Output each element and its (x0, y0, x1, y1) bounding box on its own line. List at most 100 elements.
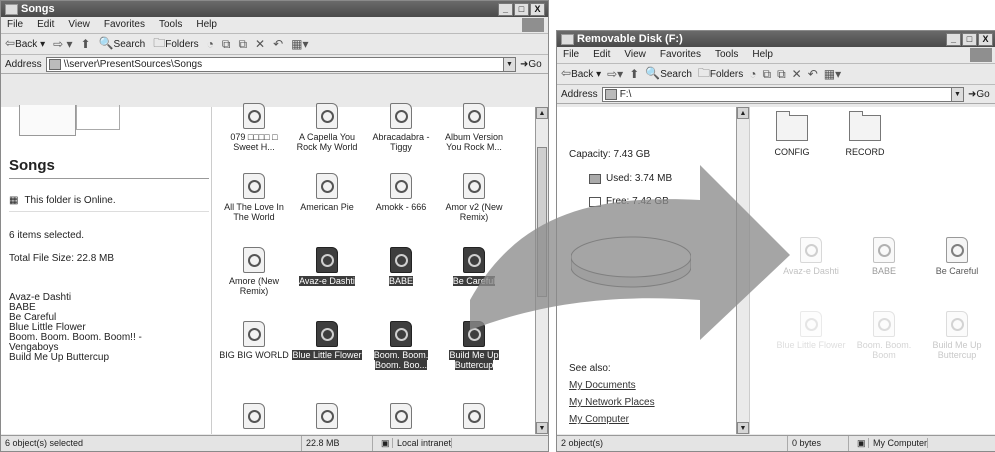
file-item-selected[interactable]: Avaz-e Dashti (291, 247, 363, 286)
file-label: Blue Little Flower (776, 340, 846, 350)
menu-file[interactable]: File (563, 47, 579, 63)
file-item-selected[interactable]: BABE (365, 247, 437, 286)
address-field[interactable]: F:\ ▼ (601, 86, 964, 102)
address-dropdown-button[interactable]: ▼ (503, 57, 515, 71)
up-folder-icon[interactable]: ⬆ (81, 34, 91, 54)
file-item[interactable]: Amor v2 (New Remix) (438, 173, 510, 222)
file-item[interactable]: American Pie (291, 173, 363, 212)
file-item-selected[interactable]: Be Careful (438, 247, 510, 286)
file-item[interactable]: All The Love In The World (218, 173, 290, 222)
status-zone-label: My Computer (869, 438, 929, 448)
go-button[interactable]: ➜Go (968, 89, 995, 100)
scroll-down-button[interactable]: ▼ (536, 422, 548, 434)
search-button[interactable]: 🔍Search (99, 33, 146, 55)
menu-edit[interactable]: Edit (593, 47, 610, 63)
forward-button[interactable]: ⇨ ▾ (53, 34, 72, 54)
go-button[interactable]: ➜Go (520, 59, 548, 70)
task-pane-scrollbar[interactable]: ▲ ▼ (736, 107, 749, 434)
address-dropdown-button[interactable]: ▼ (951, 87, 963, 101)
menu-view[interactable]: View (68, 17, 90, 33)
link-my-documents[interactable]: My Documents (569, 380, 636, 391)
removable-disk-window: Removable Disk (F:) _ □ X File Edit View… (556, 30, 995, 452)
minimize-button[interactable]: _ (946, 33, 961, 46)
link-my-network-places[interactable]: My Network Places (569, 397, 655, 408)
menu-tools[interactable]: Tools (159, 17, 182, 33)
folder-record[interactable]: RECORD (835, 111, 895, 157)
folders-button[interactable]: 🗀Folders (698, 63, 743, 85)
file-item-partial[interactable] (291, 403, 363, 432)
free-swatch (589, 196, 601, 207)
menu-favorites[interactable]: Favorites (104, 17, 145, 33)
close-button[interactable]: X (978, 33, 993, 46)
scroll-up-button[interactable]: ▲ (536, 107, 548, 119)
toolbar: ⇦Back ▾ ⇨ ▾ ⬆ 🔍Search 🗀Folders ◔ ⧉ ⧉ ✕ ↶… (1, 34, 548, 55)
delete-icon[interactable]: ✕ (792, 64, 802, 84)
folders-button[interactable]: 🗀Folders (153, 33, 198, 55)
file-item[interactable]: Amokk - 666 (365, 173, 437, 212)
audio-file-icon (316, 403, 338, 429)
undo-icon[interactable]: ↶ (808, 64, 818, 84)
history-icon[interactable]: ◔ (207, 34, 214, 54)
folder-icon (849, 111, 881, 141)
file-label: BABE (871, 266, 896, 276)
menu-help[interactable]: Help (752, 47, 773, 63)
title-bar[interactable]: Songs _ □ X (1, 1, 548, 17)
forward-button[interactable]: ⇨▾ (607, 64, 623, 84)
used-text: Used: 3.74 MB (606, 173, 673, 184)
folder-label: CONFIG (774, 147, 810, 157)
views-icon[interactable]: ▦▾ (824, 64, 841, 84)
file-item[interactable]: Amore (New Remix) (218, 247, 290, 296)
delete-icon[interactable]: ✕ (255, 34, 265, 54)
folder-config[interactable]: CONFIG (762, 111, 822, 157)
copy-to-icon[interactable]: ⧉ (777, 64, 786, 84)
views-icon[interactable]: ▦▾ (291, 34, 308, 54)
file-item-selected[interactable]: Blue Little Flower (291, 321, 363, 360)
scroll-up-button[interactable]: ▲ (737, 107, 749, 119)
link-my-computer[interactable]: My Computer (569, 414, 629, 425)
history-icon[interactable]: ◔ (749, 64, 756, 84)
menu-view[interactable]: View (624, 47, 646, 63)
status-zone-label: Local intranet (393, 438, 453, 448)
undo-icon[interactable]: ↶ (273, 34, 283, 54)
vertical-scrollbar[interactable]: ▲ ▼ (535, 107, 548, 434)
file-item-selected[interactable]: Boom. Boom. Boom. Boo... (365, 321, 437, 370)
back-button[interactable]: ⇦Back ▾ (561, 63, 601, 85)
maximize-button[interactable]: □ (514, 3, 529, 16)
address-field[interactable]: \\server\PresentSources\Songs ▼ (45, 56, 516, 72)
audio-file-icon (390, 103, 412, 129)
file-item-selected[interactable]: Build Me Up Buttercup (438, 321, 510, 370)
back-button[interactable]: ⇦Back ▾ (5, 33, 45, 55)
address-label: Address (561, 88, 598, 100)
menu-edit[interactable]: Edit (37, 17, 54, 33)
copying-file-item: Blue Little Flower (775, 311, 847, 350)
status-bar: 6 object(s) selected 22.8 MB ▣ Local int… (1, 435, 548, 451)
title-bar[interactable]: Removable Disk (F:) _ □ X (557, 31, 995, 47)
search-icon: 🔍 (645, 66, 661, 80)
file-item[interactable]: Album Version You Rock M... (438, 103, 510, 152)
file-label: Amokk - 666 (375, 202, 427, 212)
copy-to-icon[interactable]: ⧉ (238, 34, 247, 54)
address-bar: Address F:\ ▼ ➜Go (557, 85, 995, 104)
scroll-thumb[interactable] (537, 147, 547, 297)
up-folder-icon[interactable]: ⬆ (629, 64, 639, 84)
file-item[interactable]: BIG BIG WORLD (218, 321, 290, 360)
file-item[interactable]: A Capella You Rock My World (291, 103, 363, 152)
file-item[interactable]: Abracadabra - Tiggy (365, 103, 437, 152)
menu-file[interactable]: File (7, 17, 23, 33)
search-button[interactable]: 🔍Search (645, 63, 692, 85)
menu-tools[interactable]: Tools (715, 47, 738, 63)
move-to-icon[interactable]: ⧉ (222, 34, 231, 54)
close-button[interactable]: X (530, 3, 545, 16)
file-item[interactable]: 079 □□□□ □ Sweet H... (218, 103, 290, 152)
menu-help[interactable]: Help (196, 17, 217, 33)
file-item-partial[interactable] (438, 403, 510, 432)
move-to-icon[interactable]: ⧉ (763, 64, 772, 84)
scroll-down-button[interactable]: ▼ (737, 422, 749, 434)
menu-favorites[interactable]: Favorites (660, 47, 701, 63)
maximize-button[interactable]: □ (962, 33, 977, 46)
folders-icon: 🗀 (697, 66, 710, 80)
file-item-partial[interactable] (365, 403, 437, 432)
folder-label: RECORD (845, 147, 885, 157)
minimize-button[interactable]: _ (498, 3, 513, 16)
file-item-partial[interactable] (218, 403, 290, 432)
